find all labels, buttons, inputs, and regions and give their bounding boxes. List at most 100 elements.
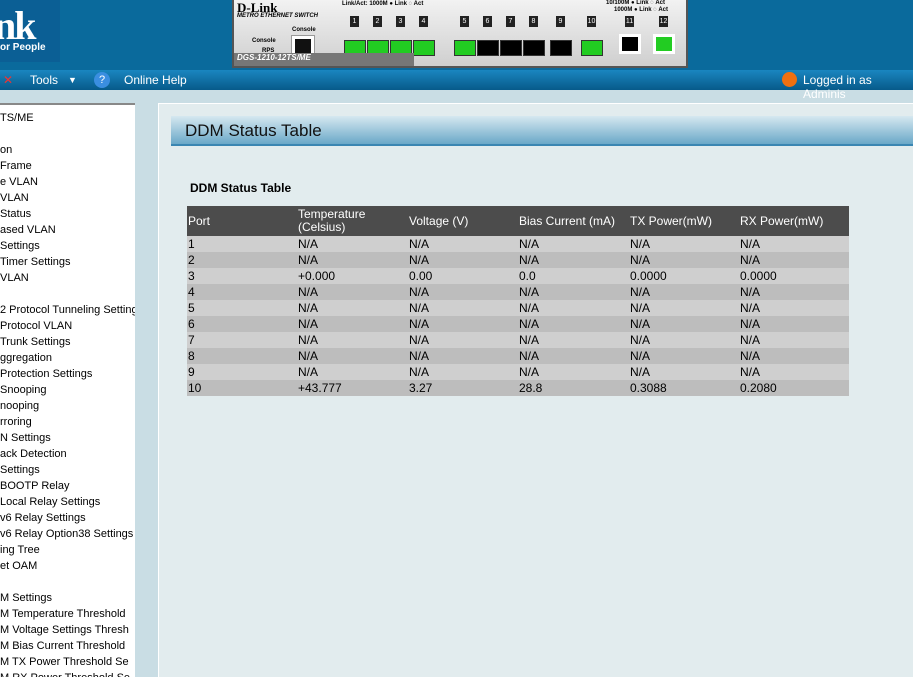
sidebar-item[interactable]: Trunk Settings: [0, 334, 135, 350]
table-cell: N/A: [297, 316, 408, 332]
port-number: 1: [350, 16, 359, 27]
sidebar-item[interactable]: M Settings: [0, 590, 135, 606]
sidebar-item[interactable]: M Bias Current Threshold: [0, 638, 135, 654]
port-number: 10: [587, 16, 596, 27]
table-cell: 4: [187, 284, 297, 300]
online-help-link[interactable]: Online Help: [124, 73, 187, 87]
sidebar-item[interactable]: nooping: [0, 398, 135, 414]
table-row: 6 N/A N/A N/A N/A N/A: [187, 316, 849, 332]
sidebar-item[interactable]: M RX Power Threshold Se: [0, 670, 135, 677]
sidebar-item[interactable]: M Temperature Threshold: [0, 606, 135, 622]
table-row: 9 N/A N/A N/A N/A N/A: [187, 364, 849, 380]
table-cell: N/A: [629, 300, 739, 316]
sidebar-item[interactable]: Settings: [0, 238, 135, 254]
table-cell: N/A: [518, 236, 629, 252]
table-cell: N/A: [408, 316, 518, 332]
table-cell: N/A: [408, 236, 518, 252]
table-row: 4 N/A N/A N/A N/A N/A: [187, 284, 849, 300]
table-cell: N/A: [297, 300, 408, 316]
help-icon: ?: [94, 72, 110, 88]
table-cell: 0.00: [408, 268, 518, 284]
port-status-10[interactable]: [581, 40, 603, 56]
sidebar-item[interactable]: ased VLAN: [0, 222, 135, 238]
sidebar-item[interactable]: Protection Settings: [0, 366, 135, 382]
sidebar-item[interactable]: ack Detection: [0, 446, 135, 462]
table-cell: N/A: [518, 300, 629, 316]
sidebar-item[interactable]: v6 Relay Option38 Settings: [0, 526, 135, 542]
table-cell: N/A: [629, 252, 739, 268]
sidebar-item[interactable]: BOOTP Relay: [0, 478, 135, 494]
header: nk or People D-Link METRO ETHERNET SWITCH…: [0, 0, 913, 70]
table-row: 5 N/A N/A N/A N/A N/A: [187, 300, 849, 316]
table-cell: N/A: [408, 364, 518, 380]
port-number: 2: [373, 16, 382, 27]
table-cell: N/A: [629, 364, 739, 380]
legend: Link/Act: 1000M ● Link ◌ Act: [342, 1, 424, 7]
port-status-5[interactable]: [454, 40, 476, 56]
sidebar-item[interactable]: e VLAN: [0, 174, 135, 190]
sidebar-item[interactable]: ggregation: [0, 350, 135, 366]
page-title-bar: DDM Status Table: [171, 116, 913, 146]
table-cell: 6: [187, 316, 297, 332]
column-header: Bias Current (mA): [518, 206, 629, 236]
column-header: Temperature (Celsius): [297, 206, 408, 236]
table-cell: +43.777: [297, 380, 408, 396]
sidebar-item[interactable]: Status: [0, 206, 135, 222]
table-cell: 7: [187, 332, 297, 348]
sidebar-item[interactable]: v6 Relay Settings: [0, 510, 135, 526]
table-cell: N/A: [739, 236, 849, 252]
table-cell: N/A: [518, 252, 629, 268]
port-status-4[interactable]: [413, 40, 435, 56]
tools-icon: ✕: [3, 73, 14, 87]
table-cell: N/A: [518, 332, 629, 348]
sidebar-item[interactable]: M Voltage Settings Thresh: [0, 622, 135, 638]
table-cell: N/A: [629, 332, 739, 348]
table-cell: N/A: [408, 252, 518, 268]
table-cell: N/A: [408, 332, 518, 348]
chevron-down-icon[interactable]: ▼: [68, 75, 77, 85]
table-cell: 8: [187, 348, 297, 364]
sidebar-item[interactable]: ing Tree: [0, 542, 135, 558]
sidebar-item[interactable]: 2 Protocol Tunneling Settings: [0, 302, 135, 318]
port-status-6[interactable]: [477, 40, 499, 56]
sidebar-item[interactable]: N Settings: [0, 430, 135, 446]
table-cell: N/A: [739, 332, 849, 348]
sidebar-item[interactable]: Snooping: [0, 382, 135, 398]
sidebar-item[interactable]: VLAN: [0, 270, 135, 286]
sidebar-item[interactable]: Frame: [0, 158, 135, 174]
port-number: 9: [556, 16, 565, 27]
table-title: DDM Status Table: [190, 181, 292, 195]
sidebar-item[interactable]: rroring: [0, 414, 135, 430]
port-status-8[interactable]: [523, 40, 545, 56]
table-cell: N/A: [629, 348, 739, 364]
port-number: 5: [460, 16, 469, 27]
sidebar-item[interactable]: Timer Settings: [0, 254, 135, 270]
table-cell: N/A: [408, 300, 518, 316]
sidebar-item: [0, 574, 135, 590]
sidebar-item[interactable]: on: [0, 142, 135, 158]
sidebar-item[interactable]: TS/ME: [0, 110, 135, 126]
port-status-7[interactable]: [500, 40, 522, 56]
sidebar-item[interactable]: VLAN: [0, 190, 135, 206]
column-header: TX Power(mW): [629, 206, 739, 236]
sidebar-item[interactable]: Protocol VLAN: [0, 318, 135, 334]
sidebar-item[interactable]: Local Relay Settings: [0, 494, 135, 510]
port-status-12[interactable]: [653, 34, 675, 54]
sidebar-item[interactable]: M TX Power Threshold Se: [0, 654, 135, 670]
sidebar-item[interactable]: et OAM: [0, 558, 135, 574]
table-cell: 0.0000: [629, 268, 739, 284]
sidebar-item: [0, 286, 135, 302]
sidebar-item[interactable]: Settings: [0, 462, 135, 478]
page-title: DDM Status Table: [185, 121, 322, 140]
table-cell: 0.0000: [739, 268, 849, 284]
table-cell: N/A: [739, 364, 849, 380]
table-cell: 9: [187, 364, 297, 380]
table-cell: N/A: [408, 348, 518, 364]
table-cell: N/A: [629, 316, 739, 332]
tools-menu[interactable]: Tools: [30, 73, 58, 87]
port-status-11[interactable]: [619, 34, 641, 54]
table-cell: N/A: [518, 364, 629, 380]
table-cell: 3: [187, 268, 297, 284]
port-number: 8: [529, 16, 538, 27]
port-status-9[interactable]: [550, 40, 572, 56]
